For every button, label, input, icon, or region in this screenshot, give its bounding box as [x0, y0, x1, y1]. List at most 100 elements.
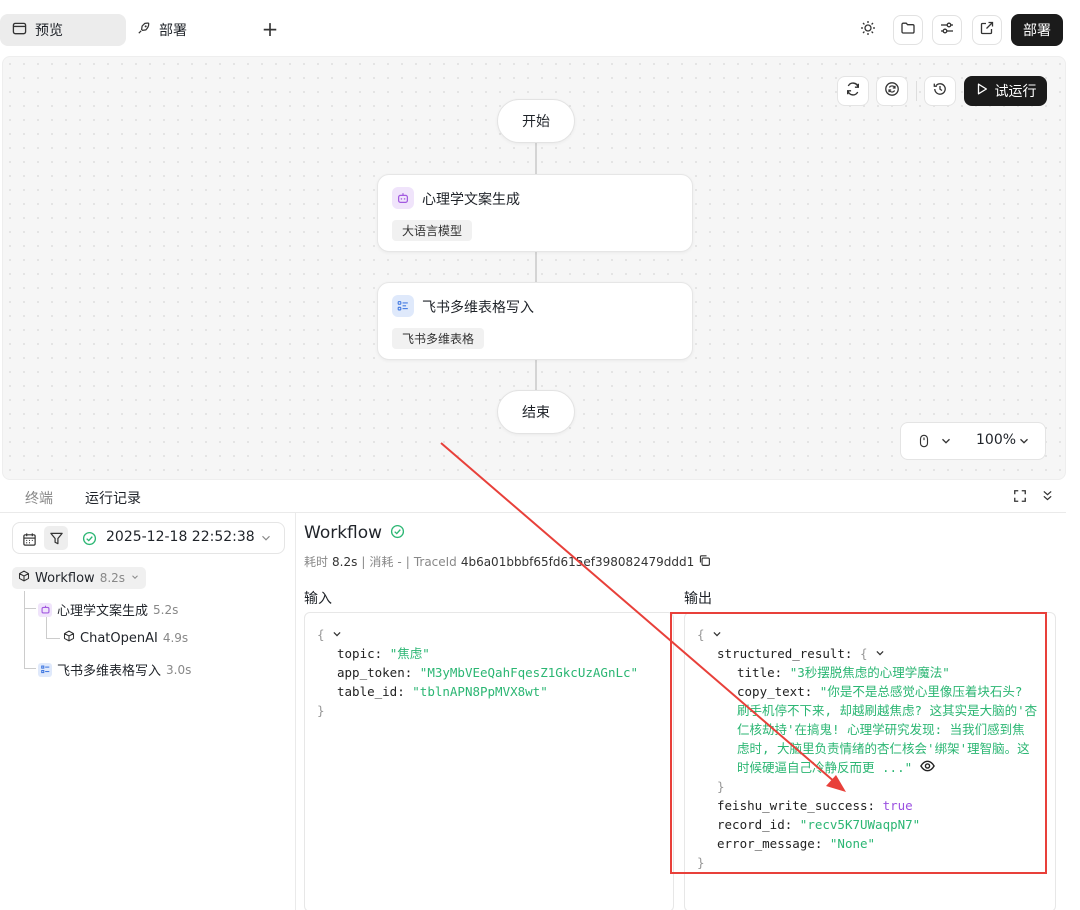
- tree-item-llm[interactable]: 心理学文案生成 5.2s: [38, 600, 178, 619]
- output-label: 输出: [684, 591, 712, 607]
- run-selector[interactable]: 2025-12-18 22:52:38: [12, 522, 285, 554]
- json-key: record_id:: [717, 817, 793, 832]
- copy-icon[interactable]: [698, 554, 711, 570]
- end-node[interactable]: 结束: [497, 390, 575, 434]
- json-value: "tblnAPN8PpMVX8wt": [412, 684, 548, 699]
- meta-separator: |: [405, 554, 410, 569]
- chevron-down-icon: [130, 571, 140, 586]
- zoom-chevron-down-icon[interactable]: [1017, 434, 1031, 452]
- tree-item-chatopenai[interactable]: ChatOpenAI 4.9s: [63, 630, 188, 646]
- external-link-icon: [979, 20, 995, 40]
- json-key: app_token:: [337, 665, 413, 680]
- eye-icon[interactable]: [919, 760, 935, 775]
- tree-connector: [46, 638, 60, 639]
- json-key: feishu_write_success:: [717, 798, 876, 813]
- cube-icon: [18, 570, 30, 586]
- open-external-button[interactable]: [972, 15, 1002, 45]
- cost-value: -: [397, 554, 402, 569]
- tab-terminal[interactable]: 终端: [25, 488, 53, 508]
- history-button[interactable]: [924, 76, 956, 106]
- open-folder-button[interactable]: [893, 15, 923, 45]
- collapse-icon[interactable]: [1041, 489, 1054, 506]
- test-run-button[interactable]: 试运行: [964, 76, 1047, 106]
- test-run-label: 试运行: [994, 84, 1037, 100]
- output-json-viewer[interactable]: { structured_result: { title: "3秒摆脱焦虑的心理…: [684, 612, 1056, 910]
- tab-deploy[interactable]: 部署: [124, 14, 244, 46]
- tree-item-feishu[interactable]: 飞书多维表格写入 3.0s: [38, 660, 191, 679]
- tab-preview[interactable]: 预览: [0, 14, 126, 46]
- meta-separator: |: [361, 554, 366, 569]
- table-icon: [38, 662, 52, 677]
- tree-connector: [24, 591, 25, 668]
- json-key: title:: [737, 665, 783, 680]
- json-value: "M3yMbVEeQahFqesZ1GkcUzAGnLc": [419, 665, 639, 680]
- feishu-node[interactable]: 飞书多维表格写入 飞书多维表格: [377, 282, 693, 360]
- tree-connector: [46, 617, 47, 638]
- input-json-viewer[interactable]: { topic: "焦虑" app_token: "M3yMbVEeQahFqe…: [304, 612, 674, 910]
- sync-button[interactable]: [837, 76, 869, 106]
- edge-llm-feishu: [535, 251, 537, 283]
- tab-preview-label: 预览: [35, 23, 63, 39]
- tree-item-label: 心理学文案生成: [57, 604, 149, 619]
- fullscreen-icon[interactable]: [1013, 489, 1027, 507]
- tree-item-duration: 4.9s: [162, 631, 189, 645]
- tree-item-duration: 3.0s: [166, 662, 192, 677]
- play-icon: [975, 82, 989, 100]
- detail-meta: 耗时 8.2s | 消耗 - | TraceId 4b6a01bbbf65fd6…: [304, 553, 711, 570]
- reload-button[interactable]: [876, 76, 908, 106]
- folder-icon: [900, 20, 916, 40]
- json-key: copy_text:: [737, 684, 813, 699]
- theme-toggle-button[interactable]: [853, 15, 883, 45]
- deploy-button[interactable]: 部署: [1011, 14, 1063, 46]
- bottom-panel-tabs: 终端 运行记录: [0, 480, 1066, 513]
- chevron-down-icon[interactable]: [259, 531, 273, 549]
- json-key: structured_result:: [717, 646, 853, 661]
- start-node[interactable]: 开始: [497, 99, 575, 143]
- run-detail-panel: Workflow 耗时 8.2s | 消耗 - | TraceId 4b6a01…: [297, 513, 1067, 910]
- check-circle-icon: [82, 531, 97, 550]
- refresh-icon: [845, 81, 861, 101]
- copy-text-line: 虑时, 大脑里负责情绪的杏仁核会'绑架'理智脑。这: [737, 741, 1030, 756]
- trace-value: 4b6a01bbbf65fd615ef398082479ddd1: [460, 554, 695, 569]
- copy-text-line: "你是不是总感觉心里像压着块石头?: [819, 684, 1023, 699]
- settings-button[interactable]: [932, 15, 962, 45]
- tree-item-label: ChatOpenAI: [80, 630, 158, 646]
- calendar-icon[interactable]: [19, 529, 39, 549]
- refresh-circle-icon: [884, 81, 900, 101]
- mouse-icon[interactable]: [917, 434, 931, 452]
- tree-item-duration: 8.2s: [99, 571, 126, 585]
- rocket-icon: [136, 21, 151, 40]
- copy-text-line: 时候硬逼自己冷静反而更 ...": [737, 760, 913, 775]
- json-key: error_message:: [717, 836, 823, 851]
- trace-label: TraceId: [413, 554, 457, 569]
- cost-label: 消耗: [369, 555, 394, 569]
- tree-item-label: Workflow: [35, 570, 95, 586]
- input-label: 输入: [304, 591, 332, 607]
- tree-item-duration: 5.2s: [153, 602, 179, 617]
- collapse-chevron-icon[interactable]: [712, 627, 722, 642]
- robot-icon: [392, 187, 414, 209]
- collapse-chevron-icon[interactable]: [875, 646, 885, 661]
- edge-start-llm: [535, 143, 537, 175]
- workflow-canvas[interactable]: 试运行 开始 心理学文案生成 大语言模型 飞书多维表格写入 飞书多维表格 结束 …: [2, 56, 1066, 480]
- tab-run-history[interactable]: 运行记录: [85, 488, 141, 508]
- json-value: true: [882, 798, 913, 813]
- add-tab-button[interactable]: +: [260, 18, 280, 40]
- collapse-chevron-icon[interactable]: [332, 627, 342, 642]
- copy-text-line: 仁核劫持'在搞鬼! 心理学研究发现: 当我们感到焦: [737, 722, 1025, 737]
- chevron-down-icon[interactable]: [939, 434, 953, 452]
- zoom-level[interactable]: 100%: [976, 432, 1016, 448]
- detail-title: Workflow: [304, 523, 383, 543]
- run-history-panel: 2025-12-18 22:52:38 Workflow 8.2s 心理学文案生…: [0, 513, 296, 910]
- llm-node-tag: 大语言模型: [392, 220, 473, 241]
- zoom-controls: 100%: [900, 422, 1046, 460]
- json-value: "3秒摆脱焦虑的心理学魔法": [789, 665, 950, 680]
- browser-window-icon: [12, 21, 27, 40]
- filter-icon[interactable]: [44, 526, 68, 550]
- tree-item-workflow[interactable]: Workflow 8.2s: [12, 567, 147, 589]
- time-value: 8.2s: [332, 554, 358, 569]
- tab-deploy-label: 部署: [159, 23, 187, 39]
- tree-connector: [24, 608, 36, 609]
- json-key: topic:: [337, 646, 383, 661]
- llm-node[interactable]: 心理学文案生成 大语言模型: [377, 174, 693, 252]
